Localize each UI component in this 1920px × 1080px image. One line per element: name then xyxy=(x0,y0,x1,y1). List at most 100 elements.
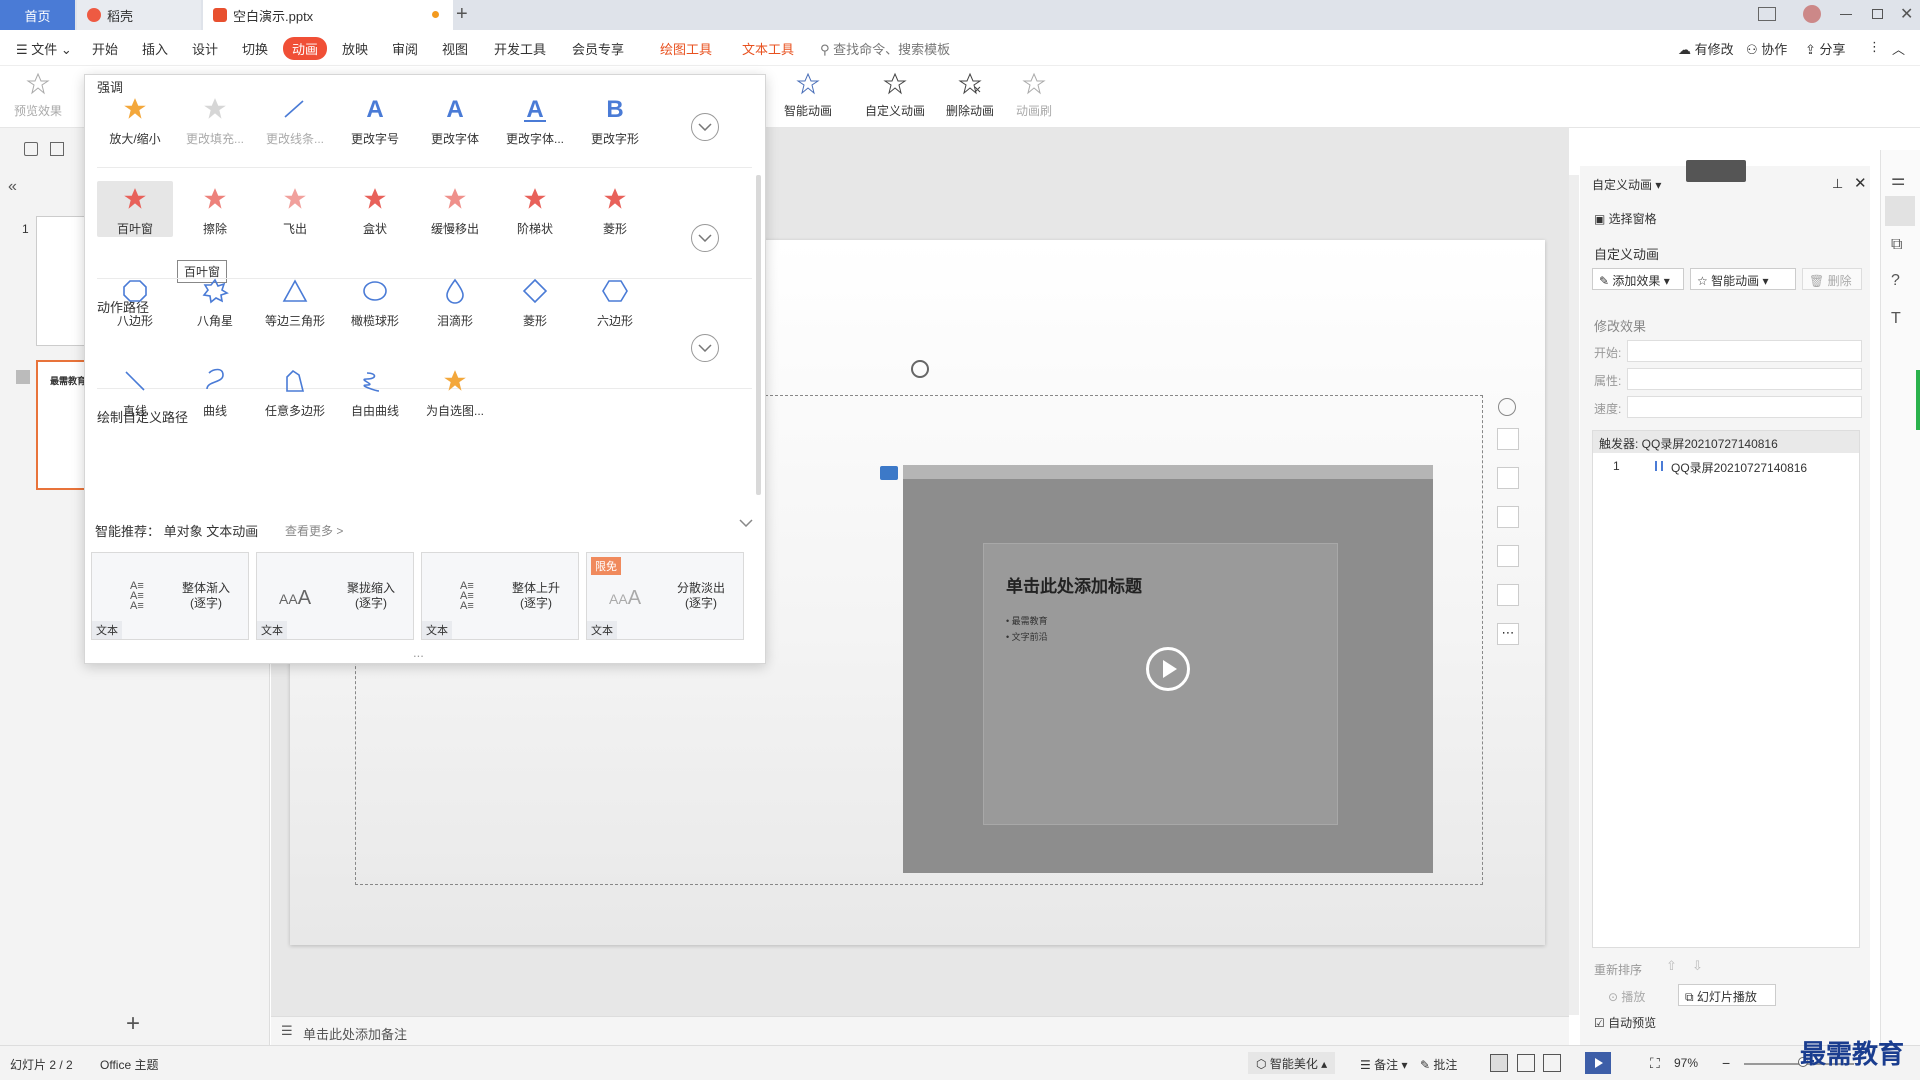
effect-exit-3[interactable]: 飞出 xyxy=(257,181,333,237)
delete-animation-button[interactable]: 删除动画 xyxy=(946,70,994,119)
pen-icon[interactable] xyxy=(1497,467,1519,489)
smart-anim-panel-button[interactable]: ☆ 智能动画 ▾ xyxy=(1690,268,1796,290)
tab-home[interactable]: 首页 xyxy=(0,0,75,30)
collab-button[interactable]: ⚇ 协作 xyxy=(1746,39,1787,58)
expand-motion-icon[interactable] xyxy=(691,334,719,362)
settings-sliders-icon[interactable]: ⚌ xyxy=(1891,170,1905,190)
smart-animation-button[interactable]: 智能动画 xyxy=(784,70,832,119)
save-icon[interactable] xyxy=(50,142,64,156)
effect-motion-3[interactable]: 等边三角形 xyxy=(257,273,333,329)
animation-item[interactable]: QQ录屏20210727140816 xyxy=(1671,459,1807,476)
menu-slideshow[interactable]: 放映 xyxy=(342,39,368,58)
effect-exit-6[interactable]: 阶梯状 xyxy=(497,181,573,237)
menu-start[interactable]: 开始 xyxy=(92,39,118,58)
slideshow-play-button[interactable]: ⧉ 幻灯片播放 xyxy=(1678,984,1776,1006)
effect-motion-4[interactable]: 橄榄球形 xyxy=(337,273,413,329)
side-scrollbar[interactable] xyxy=(1916,370,1920,430)
menu-insert[interactable]: 插入 xyxy=(142,39,168,58)
delete-effect-button[interactable]: 🗑 删除 xyxy=(1802,268,1862,290)
layers-icon[interactable] xyxy=(1497,428,1519,450)
effect-emphasis-7[interactable]: B 更改字形 xyxy=(577,91,653,147)
effect-motion-5[interactable]: 泪滴形 xyxy=(417,273,493,329)
animation-pane-icon[interactable] xyxy=(1885,196,1915,226)
see-more-link[interactable]: 查看更多 > xyxy=(285,522,343,539)
recommend-card-3[interactable]: A≡ A≡ A≡ 整体上升 (逐字) 文本 xyxy=(421,552,579,640)
canvas-scrollbar[interactable] xyxy=(1569,175,1579,1015)
effect-custom-path-3[interactable]: 任意多边形 xyxy=(257,363,333,419)
add-effect-button[interactable]: ✎ 添加效果 ▾ xyxy=(1592,268,1684,290)
recommend-card-2[interactable]: AAA 聚拢缩入 (逐字) 文本 xyxy=(256,552,414,640)
effect-motion-1[interactable]: 八边形 xyxy=(97,273,173,329)
ime-toolbar[interactable] xyxy=(1686,160,1746,182)
effect-custom-path-2[interactable]: 曲线 xyxy=(177,363,253,419)
panel-title[interactable]: 自定义动画 ▾ xyxy=(1592,176,1661,193)
zoom-out-float-icon[interactable] xyxy=(1498,398,1516,416)
close-panel-icon[interactable]: ✕ xyxy=(1854,174,1867,192)
property-field[interactable] xyxy=(1627,368,1862,390)
copy-icon[interactable]: ⧉ xyxy=(1891,236,1902,254)
start-field[interactable] xyxy=(1627,340,1862,362)
tab-daoke[interactable]: 稻壳 xyxy=(77,0,201,30)
expand-exit-icon[interactable] xyxy=(691,224,719,252)
move-up-icon[interactable]: ⇧ xyxy=(1666,958,1684,976)
effect-exit-7[interactable]: 菱形 xyxy=(577,181,653,237)
workspace-icon[interactable] xyxy=(1758,7,1776,21)
menu-design[interactable]: 设计 xyxy=(192,39,218,58)
animation-brush-button[interactable]: 动画刷 xyxy=(1016,70,1052,119)
play-button[interactable]: ⊙ 播放 xyxy=(1608,988,1645,1005)
add-slide-button[interactable]: + xyxy=(126,1010,140,1038)
normal-view-icon[interactable] xyxy=(1490,1054,1508,1072)
effect-motion-6[interactable]: 菱形 xyxy=(497,273,573,329)
effect-emphasis-3[interactable]: 更改线条... xyxy=(257,91,333,147)
changes-button[interactable]: ☁ 有修改 xyxy=(1678,39,1734,58)
effect-custom-path-5[interactable]: 为自选图... xyxy=(417,363,493,419)
effect-exit-1[interactable]: 百叶窗 xyxy=(97,181,173,237)
fill-icon[interactable] xyxy=(1497,506,1519,528)
collapse-ribbon-icon[interactable]: ︿ xyxy=(1892,39,1905,58)
collapse-recommend-icon[interactable] xyxy=(739,519,753,527)
effect-motion-2[interactable]: 八角星 xyxy=(177,273,253,329)
move-down-icon[interactable]: ⇩ xyxy=(1692,958,1710,976)
select-pane-button[interactable]: ▣ 选择窗格 xyxy=(1594,210,1657,227)
menu-animation[interactable]: 动画 xyxy=(283,37,328,60)
effect-emphasis-5[interactable]: A 更改字体 xyxy=(417,91,493,147)
trigger-header[interactable]: 触发器: QQ录屏20210727140816 xyxy=(1593,431,1859,453)
reading-view-icon[interactable] xyxy=(1543,1054,1561,1072)
restore-icon[interactable] xyxy=(1872,9,1883,19)
play-slideshow-button[interactable] xyxy=(1585,1052,1611,1074)
menu-text-tools[interactable]: 文本工具 xyxy=(742,39,794,58)
recommend-card-1[interactable]: A≡ A≡ A≡ 整体渐入 (逐字) 文本 xyxy=(91,552,249,640)
effect-emphasis-1[interactable]: 放大/缩小 xyxy=(97,91,173,147)
tab-document[interactable]: 空白演示.pptx xyxy=(203,0,453,30)
effect-custom-path-4[interactable]: 自由曲线 xyxy=(337,363,413,419)
new-tab-button[interactable]: + xyxy=(456,3,468,26)
notes-bar[interactable]: ☰ 单击此处添加备注 xyxy=(271,1016,1569,1045)
zoom-level[interactable]: 97% xyxy=(1674,1056,1698,1070)
more-float-icon[interactable]: ⋯ xyxy=(1497,623,1519,645)
sorter-view-icon[interactable] xyxy=(1517,1054,1535,1072)
preview-effect-button[interactable]: 预览效果 xyxy=(14,70,62,119)
fit-window-icon[interactable]: ⛶ xyxy=(1650,1055,1660,1072)
bulb-icon[interactable] xyxy=(1497,584,1519,606)
resize-grip[interactable]: ... xyxy=(413,645,424,660)
help-icon[interactable]: ? xyxy=(1891,272,1900,290)
crop-icon[interactable] xyxy=(1497,545,1519,567)
pin-icon[interactable]: ⊥ xyxy=(1832,176,1843,192)
effect-emphasis-4[interactable]: A 更改字号 xyxy=(337,91,413,147)
effect-exit-5[interactable]: 缓慢移出 xyxy=(417,181,493,237)
menu-review[interactable]: 审阅 xyxy=(392,39,418,58)
text-icon[interactable]: T xyxy=(1891,310,1901,328)
zoom-out-icon[interactable]: − xyxy=(1722,1055,1730,1071)
command-search[interactable]: ⚲ 查找命令、搜索模板 xyxy=(820,39,950,58)
more-menu-icon[interactable]: ⋮ xyxy=(1868,39,1881,55)
video-object[interactable]: 单击此处添加标题 • 最需教育 • 文字前沿 xyxy=(903,465,1433,873)
effect-motion-7[interactable]: 六边形 xyxy=(577,273,653,329)
custom-animation-button[interactable]: 自定义动画 xyxy=(865,70,925,119)
speed-field[interactable] xyxy=(1627,396,1862,418)
avatar[interactable] xyxy=(1803,5,1821,23)
effect-exit-2[interactable]: 擦除 xyxy=(177,181,253,237)
minimize-icon[interactable] xyxy=(1840,14,1852,15)
effect-emphasis-2[interactable]: 更改填充... xyxy=(177,91,253,147)
share-button[interactable]: ⇪ 分享 xyxy=(1805,39,1846,58)
play-video-icon[interactable] xyxy=(1146,647,1190,691)
